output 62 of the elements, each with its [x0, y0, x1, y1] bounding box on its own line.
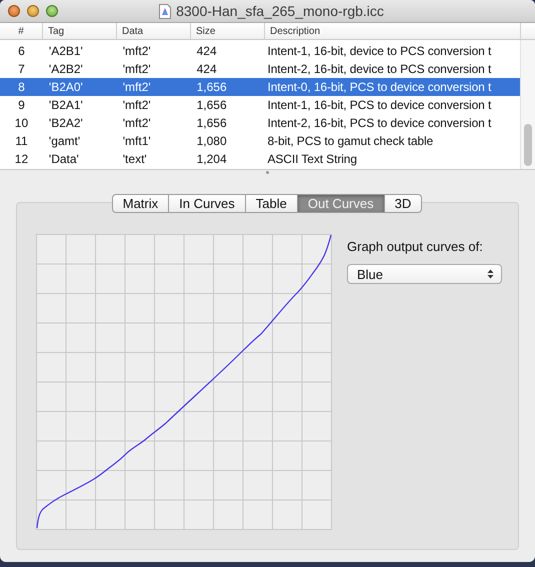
table-cell-text: 'B2A0': [48, 80, 84, 94]
table-cell-text: 'mft2': [122, 116, 152, 130]
table-cell-text: 7: [17, 62, 26, 76]
table-row[interactable]: 9 'B2A1' 'mft2' 1,656 Intent-1, 16-bit, PCS to device conversion t: [0, 96, 520, 114]
table-cell-text: ASCII Text String: [266, 152, 358, 166]
table-cell-text: 8: [17, 80, 26, 94]
table-cell-text: 'mft2': [122, 80, 152, 94]
table-cell-text: 1,656: [196, 98, 228, 112]
table-cell-text: 1,080: [196, 134, 228, 148]
window-title: 8300-Han_sfa_265_mono-rgb.icc: [176, 3, 384, 19]
table-cell-text: 'text': [122, 152, 148, 166]
table-cell-text: 12: [14, 152, 30, 166]
table-cell-text: 'A2B1': [48, 44, 84, 58]
table-cell-text: 'Data': [48, 152, 80, 166]
table-cell-text: Intent-2, 16-bit, device to PCS conversion t: [266, 62, 492, 76]
table-cell-text: 10: [14, 116, 30, 130]
table-row[interactable]: 6 'A2B1' 'mft2' 424 Intent-1, 16-bit, device to PCS conversion t: [0, 42, 520, 60]
table-cell-text: 'B2A1': [48, 98, 84, 112]
table-cell-text: 'mft2': [122, 44, 152, 58]
table-row[interactable]: 12 'Data' 'text' 1,204 ASCII Text String: [0, 150, 520, 168]
table-cell-text: Intent-0, 16-bit, PCS to device conversion t: [266, 80, 492, 94]
table-row[interactable]: 10 'B2A2' 'mft2' 1,656 Intent-2, 16-bit, PCS to device conversion t: [0, 114, 520, 132]
table-cell-text: 1,656: [196, 116, 228, 130]
scroll-thumb[interactable]: [524, 124, 532, 166]
table-cell-text: 'mft2': [122, 62, 152, 76]
table-cell-text: 'gamt': [48, 134, 82, 148]
table-cell-text: Intent-1, 16-bit, PCS to device conversion t: [266, 98, 492, 112]
tab[interactable]: In Curves: [169, 194, 246, 213]
column-header[interactable]: Tag: [43, 23, 117, 39]
table-cell-text: Intent-1, 16-bit, device to PCS conversion t: [266, 44, 492, 58]
table-cell-text: 'mft1': [122, 134, 152, 148]
close-button[interactable]: [8, 5, 20, 17]
split-handle[interactable]: [266, 171, 269, 174]
table-row[interactable]: 8 'B2A0' 'mft2' 1,656 Intent-0, 16-bit, PCS to device conversion t: [0, 78, 520, 96]
table-cell-text: Intent-2, 16-bit, PCS to device conversion t: [266, 116, 492, 130]
tab[interactable]: Table: [246, 194, 298, 213]
scrollbar[interactable]: [520, 40, 535, 169]
table-cell-text: 424: [196, 44, 218, 58]
zoom-button[interactable]: [46, 5, 58, 17]
table-cell-text: 'B2A2': [48, 116, 84, 130]
column-header[interactable]: #: [0, 23, 43, 39]
table-cell-text: 1,656: [196, 80, 228, 94]
table-cell-text: 9: [17, 98, 26, 112]
channel-popup[interactable]: Blue: [347, 264, 502, 284]
table-cell-text: 6: [17, 44, 26, 58]
column-header[interactable]: Description: [265, 23, 521, 39]
tab[interactable]: 3D: [384, 194, 422, 213]
table-cell-text: 11: [14, 134, 29, 148]
table-cell-text: 1,204: [196, 152, 228, 166]
table-row[interactable]: 7 'A2B2' 'mft2' 424 Intent-2, 16-bit, device to PCS conversion t: [0, 60, 520, 78]
stepper-arrows-icon: [487, 269, 494, 279]
table-cell-text: 'A2B2': [48, 62, 84, 76]
column-header[interactable]: Size: [191, 23, 265, 39]
minimize-button[interactable]: [27, 5, 39, 17]
column-header[interactable]: Data: [117, 23, 191, 39]
table-cell-text: 8-bit, PCS to gamut check table: [266, 134, 434, 148]
table-cell-text: 'mft2': [122, 98, 152, 112]
table-cell-text: 424: [196, 62, 218, 76]
tab[interactable]: Matrix: [112, 194, 170, 213]
document-icon: [159, 4, 172, 18]
table-row[interactable]: 11 'gamt' 'mft1' 1,080 8-bit, PCS to gamut check table: [0, 132, 520, 150]
graph-label: Graph output curves of:: [347, 239, 484, 254]
